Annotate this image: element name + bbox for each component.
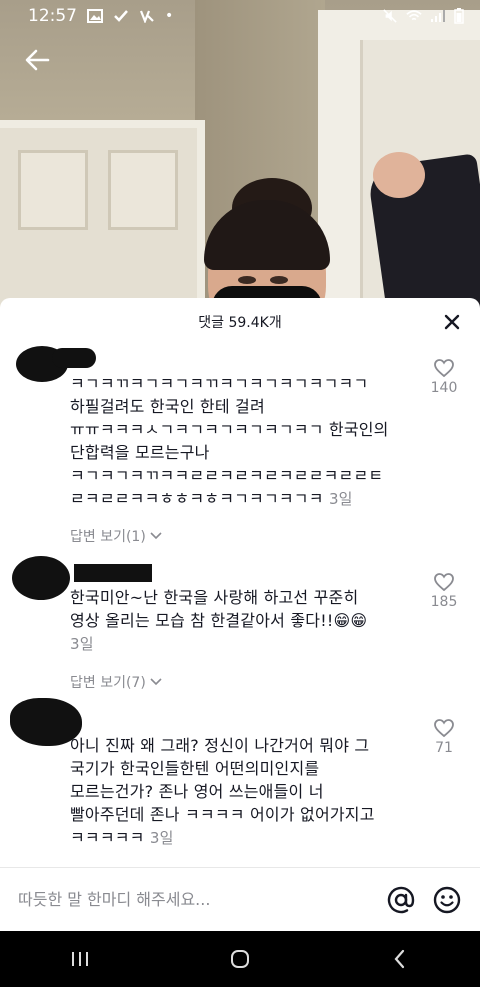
eye: [238, 276, 256, 284]
comment-text: ㅋㄱㅋㄲㅋㄱㅋㄱㅋㄲㅋㄱㅋㄱㅋㄱㅋㄱㅋㄱ 하필걸려도 한국인 한테 걸려 ㅠㅠㅋ…: [70, 374, 389, 508]
back-arrow-icon[interactable]: [22, 44, 54, 76]
like-button[interactable]: 140: [424, 358, 464, 396]
wifi-icon: [406, 10, 422, 21]
like-count: 140: [430, 380, 458, 396]
battery-icon: [454, 8, 464, 24]
mute-icon: [383, 9, 397, 23]
comment-item: 아니 진짜 왜 그래? 정신이 나간거어 뭐야 그 국기가 한국인들한텐 어떤의…: [0, 696, 480, 866]
like-count: 71: [435, 740, 453, 756]
view-replies-button[interactable]: 답변 보기(1): [70, 526, 162, 546]
comment-item: 한국미안~난 한국을 사랑해 하고선 꾸준히 영상 올리는 모습 참 한결같아서…: [0, 554, 480, 704]
comment-text: 한국미안~난 한국을 사랑해 하고선 꾸준히 영상 올리는 모습 참 한결같아서…: [70, 588, 368, 653]
heart-icon: [434, 719, 454, 738]
like-count: 185: [430, 594, 458, 610]
chevron-down-icon: [150, 532, 162, 540]
close-icon[interactable]: [442, 312, 462, 332]
comment-input-bar: [0, 867, 480, 931]
chevron-down-icon: [150, 678, 162, 686]
home-icon: [231, 950, 249, 968]
at-sign-icon[interactable]: [386, 885, 416, 915]
comment-time: 3일: [70, 635, 94, 653]
comments-count-title: 댓글 59.4K개: [198, 315, 282, 331]
comment-time: 3일: [328, 490, 353, 508]
comment-time: 3일: [149, 829, 174, 847]
recent-apps-button[interactable]: [60, 939, 100, 979]
home-button[interactable]: [220, 939, 260, 979]
like-button[interactable]: 71: [424, 718, 464, 756]
dot-icon: •: [165, 8, 174, 24]
status-time: 12:57: [28, 6, 77, 26]
eye: [270, 276, 288, 284]
comment-input[interactable]: [18, 890, 370, 909]
fist: [373, 152, 425, 198]
comments-sheet: 댓글 59.4K개 ㅋㄱㅋㄲㅋㄱㅋㄱㅋㄲㅋㄱㅋㄱㅋㄱㅋㄱㅋㄱ 하필걸려도 한국인…: [0, 298, 480, 938]
status-bar: 12:57 •: [0, 0, 480, 32]
app-icon: [139, 10, 154, 23]
back-icon: [394, 949, 405, 969]
back-button[interactable]: [380, 939, 420, 979]
signal-icon: [431, 10, 445, 22]
gallery-icon: [87, 9, 103, 23]
video-background[interactable]: [0, 0, 480, 320]
check-icon: [114, 10, 128, 22]
system-nav-bar: [0, 931, 480, 987]
username-redacted[interactable]: [74, 564, 152, 582]
view-replies-label: 답변 보기(1): [70, 529, 146, 545]
smiley-icon[interactable]: [432, 885, 462, 915]
heart-icon: [434, 573, 454, 592]
view-replies-button[interactable]: 답변 보기(7): [70, 672, 162, 692]
avatar[interactable]: [12, 556, 70, 600]
username-redacted[interactable]: [52, 348, 96, 368]
heart-icon: [434, 359, 454, 378]
comment-text: 아니 진짜 왜 그래? 정신이 나간거어 뭐야 그 국기가 한국인들한텐 어떤의…: [70, 736, 375, 847]
comment-item: ㅋㄱㅋㄲㅋㄱㅋㄱㅋㄲㅋㄱㅋㄱㅋㄱㅋㄱㅋㄱ 하필걸려도 한국인 한테 걸려 ㅠㅠㅋ…: [0, 338, 480, 558]
like-button[interactable]: 185: [424, 572, 464, 610]
door-left: [0, 120, 205, 320]
recent-apps-icon: [72, 952, 88, 966]
view-replies-label: 답변 보기(7): [70, 675, 146, 691]
